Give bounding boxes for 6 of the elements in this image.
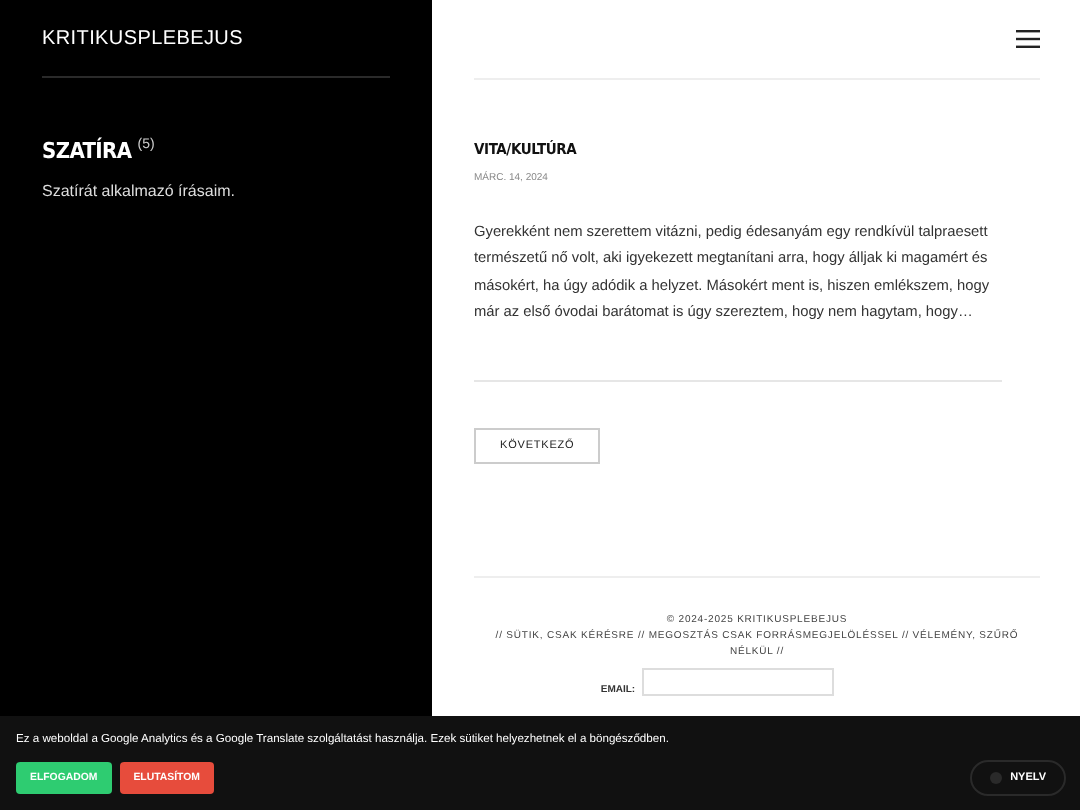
site-title[interactable]: KRITIKUSPLEBEJUS xyxy=(42,28,390,78)
globe-icon xyxy=(990,772,1003,784)
email-field[interactable] xyxy=(641,668,834,697)
category-title: SZATÍRA xyxy=(42,138,132,164)
menu-icon[interactable] xyxy=(1016,30,1040,48)
category-description: Szatírát alkalmazó írásaim. xyxy=(42,182,237,200)
